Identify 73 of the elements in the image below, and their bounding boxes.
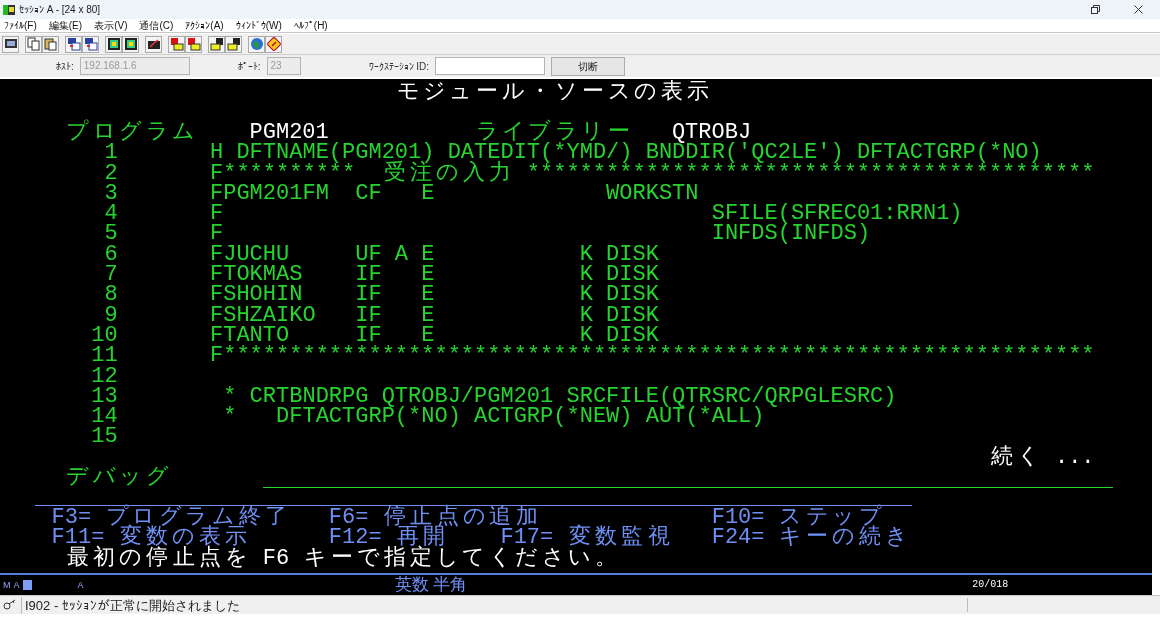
- menu-item[interactable]: ﾍﾙﾌﾟ(H): [293, 19, 328, 32]
- toolbar-button[interactable]: [82, 35, 99, 53]
- screen-title: モジュール・ソースの表示: [395, 80, 711, 105]
- line-number: 13: [91, 386, 118, 408]
- source-line: F******************************************************************: [210, 346, 1095, 367]
- toolbar-button[interactable]: [42, 35, 59, 53]
- line-number: 14: [91, 407, 118, 428]
- toolbar-button[interactable]: [225, 35, 242, 53]
- line-number: 5: [104, 224, 118, 245]
- key-icon: [3, 599, 17, 611]
- display-icon: [106, 37, 121, 51]
- source-line: * DFTACTGRP(*NO) ACTGRP(*NEW) AUT(*ALL): [222, 407, 765, 428]
- source-line: FTOKMAS IF E K DISK: [210, 265, 659, 286]
- stack-icon: [209, 37, 224, 51]
- display-icon: [123, 37, 138, 51]
- chart-icon: [146, 37, 161, 51]
- menu-item[interactable]: ｱｸｼｮﾝ(A): [185, 19, 224, 32]
- cursor-position: 20/018: [972, 579, 1009, 591]
- line-number: 15: [91, 427, 118, 448]
- menu-item[interactable]: ﾌｧｲﾙ(F): [4, 19, 37, 32]
- status-indicator: M: [3, 580, 11, 590]
- menu-item[interactable]: 編集(E): [48, 19, 83, 32]
- line-number: 3: [104, 183, 118, 205]
- program-name: PGM201: [249, 123, 329, 144]
- toolbar-button[interactable]: [122, 35, 139, 53]
- status-message: I902 - ｾｯｼｮﾝが正常に開始されました: [21, 596, 965, 614]
- source-line: FPGM201FM CF E WORKSTN: [210, 183, 699, 205]
- line-number: 12: [91, 366, 118, 387]
- debug-label: デバッグ: [65, 468, 170, 489]
- paste-icon: [43, 37, 58, 51]
- toolbar-button[interactable]: [2, 35, 19, 53]
- source-line: FSHZAIKO IF E K DISK: [210, 305, 659, 326]
- restore-icon[interactable]: [1091, 5, 1100, 14]
- copy-icon: [26, 37, 41, 51]
- menu-item[interactable]: 表示(V): [94, 19, 128, 32]
- app-icon: [3, 4, 15, 15]
- more-indicator: 続く ...: [990, 444, 1095, 470]
- line-number: 6: [104, 244, 118, 266]
- line-number: 9: [104, 305, 118, 326]
- input-mode: 英数 半角: [394, 575, 468, 595]
- field-label: ﾎｽﾄ:: [56, 59, 74, 74]
- line-number: 8: [104, 285, 118, 306]
- line-number: 4: [104, 204, 118, 225]
- close-icon[interactable]: [1134, 5, 1143, 14]
- toolbar-button[interactable]: [65, 35, 82, 53]
- cursor-block: [22, 580, 32, 590]
- status-indicator: A: [77, 580, 84, 590]
- source-line: F INFDS(INFDS): [210, 224, 871, 245]
- screens-icon: [66, 37, 81, 51]
- stack-icon: [226, 37, 241, 51]
- line-number: 2: [104, 163, 118, 184]
- window-title: ｾｯｼｮﾝ A - [24 x 80]: [19, 3, 101, 17]
- line-number: 10: [91, 325, 118, 347]
- disconnect-button[interactable]: 切断: [551, 56, 626, 76]
- library-name: QTROBJ: [671, 123, 752, 144]
- source-line: F SFILE(SFREC01:RRN1): [210, 204, 963, 225]
- menu-item[interactable]: ｳｨﾝﾄﾞｳ(W): [235, 19, 282, 32]
- text-field[interactable]: [435, 57, 546, 75]
- source-line: FSHOHIN IF E K DISK: [210, 285, 659, 306]
- status-indicator: A: [13, 580, 20, 590]
- line-number: 7: [104, 265, 118, 286]
- screens-icon: [83, 37, 98, 51]
- line-number: 11: [91, 346, 118, 367]
- source-line: FJUCHU UF A E K DISK: [210, 244, 659, 266]
- toolbar-button[interactable]: [145, 35, 162, 53]
- globe-icon: [249, 37, 264, 51]
- field-label: ﾜｰｸｽﾃｰｼｮﾝ ID:: [368, 59, 430, 74]
- menu-item[interactable]: 通信(C): [139, 19, 174, 32]
- line-number: 1: [104, 143, 118, 164]
- toolbar-button[interactable]: [208, 35, 225, 53]
- field-label: ﾎﾟｰﾄ:: [237, 59, 261, 74]
- toolbar-button[interactable]: [105, 35, 122, 53]
- monitor-icon: [3, 37, 18, 51]
